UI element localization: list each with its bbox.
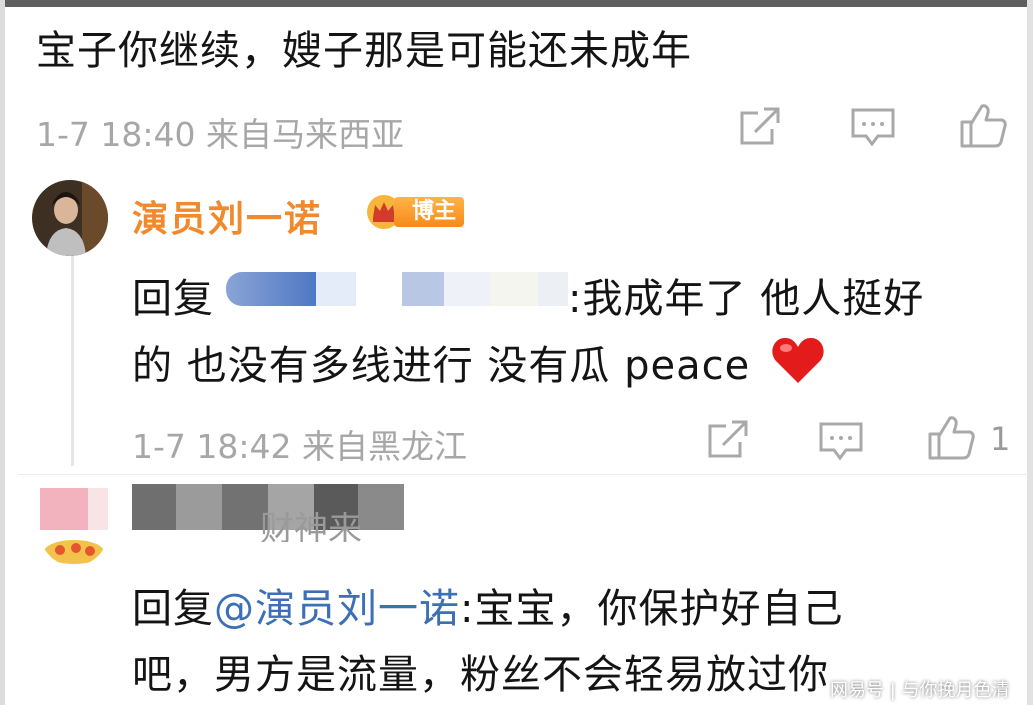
reply-meta: 1-7 18:42 来自黑龙江 <box>132 427 467 466</box>
like-icon[interactable] <box>926 414 976 462</box>
comment-text: 宝子你继续，嫂子那是可能还未成年 <box>36 28 692 74</box>
right-edge <box>1027 0 1033 705</box>
watermark: 网易号 | 与你挽月色清 <box>830 680 1010 701</box>
reply-text-line2-content: 的 也没有多线进行 没有瓜 peace <box>132 343 751 389</box>
top-edge <box>0 0 1033 7</box>
heart-emoji <box>772 337 824 383</box>
divider <box>18 474 1028 475</box>
blogger-badge: 博主 <box>364 192 468 230</box>
badge-label: 博主 <box>394 197 464 227</box>
reply-text-line1: :我成年了 他人挺好 <box>568 276 925 322</box>
thread-line <box>71 256 74 466</box>
avatar[interactable] <box>32 180 108 256</box>
reply-text-line2: 的 也没有多线进行 没有瓜 peace <box>132 333 826 391</box>
redacted-name <box>226 268 576 308</box>
mention-link[interactable]: @演员刘一诺 <box>214 586 460 632</box>
comment-icon[interactable] <box>850 106 896 150</box>
like-count: 1 <box>990 420 1011 458</box>
reply-text-line1: 回复@演员刘一诺:宝宝，你保护好自己 <box>132 576 843 634</box>
left-edge <box>0 0 5 705</box>
username-partial: 财神来 <box>260 512 362 542</box>
reply-text: :宝宝，你保护好自己 <box>460 586 844 632</box>
reply-prefix: 回复 <box>132 586 214 632</box>
comment-meta: 1-7 18:40 来自马来西亚 <box>36 115 404 154</box>
share-icon[interactable] <box>706 418 752 462</box>
comment-icon[interactable] <box>818 420 864 464</box>
reply-prefix: 回复 <box>132 276 214 322</box>
avatar[interactable] <box>40 488 108 566</box>
like-icon[interactable] <box>958 102 1008 150</box>
share-icon[interactable] <box>738 105 784 149</box>
reply-text-line2: 吧，男方是流量，粉丝不会轻易放过你 <box>132 652 829 698</box>
username[interactable]: 演员刘一诺 <box>132 190 322 242</box>
